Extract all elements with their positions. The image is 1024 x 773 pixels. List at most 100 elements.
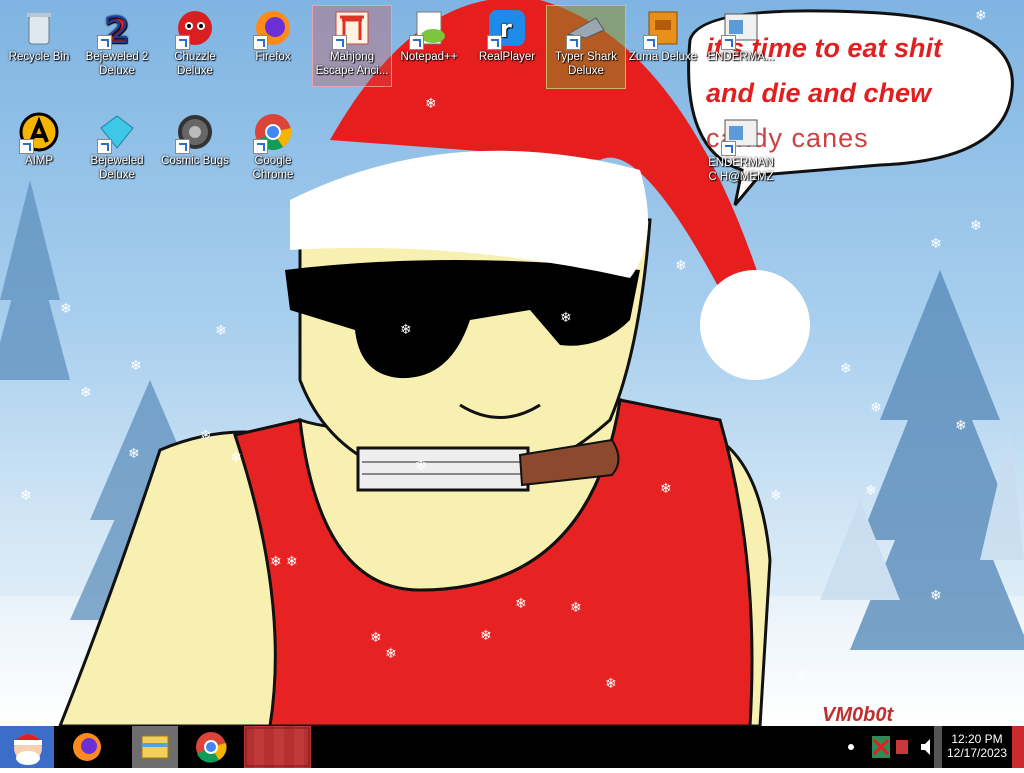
desktop-icon-mahjong[interactable]: Mahjong Escape Anci...: [312, 5, 392, 87]
svg-text:❄: ❄: [515, 596, 527, 612]
aimp-icon: [19, 112, 59, 154]
chuzzle-icon: [175, 8, 215, 50]
recycle-bin-icon: [19, 8, 59, 48]
shortcut-arrow-icon: [409, 35, 424, 50]
clock[interactable]: 12:20 PM 12/17/2023: [943, 732, 1011, 760]
show-desktop-button[interactable]: [1012, 726, 1024, 768]
enderman-icon: [721, 8, 761, 50]
desktop-icon-cosmic-bugs[interactable]: Cosmic Bugs: [156, 110, 234, 168]
zuma-icon: [643, 8, 683, 50]
desktop-icon-chrome[interactable]: Google Chrome: [234, 110, 312, 182]
desktop[interactable]: ❄ ❄ ❄ ❄ ❄ ❄ ❄ ❄ ❄ ❄ ❄ ❄ ❄ ❄ ❄ ❄ ❄ ❄ ❄ ❄ ❄ ❄ ❄ ❄ ❄ ❄ ❄ ❄ ❄ ❄ ❄ ❄ …: [0, 0, 1024, 726]
svg-text:❄: ❄: [865, 483, 877, 499]
shortcut-arrow-icon: [253, 35, 268, 50]
svg-text:❄: ❄: [425, 96, 437, 112]
svg-text:❄: ❄: [230, 450, 242, 466]
tray-icons[interactable]: [868, 726, 914, 768]
notepadpp-icon: [409, 8, 449, 50]
shortcut-arrow-icon: [721, 35, 736, 50]
svg-text:❄: ❄: [20, 488, 32, 504]
svg-text:❄: ❄: [840, 361, 852, 377]
artist-signature: VM0b0t: [822, 704, 894, 726]
svg-text:❄: ❄: [675, 258, 687, 274]
bejeweled-icon: [97, 112, 137, 154]
active-window-thumbnail: [245, 727, 310, 767]
bejeweled2-icon: 2: [97, 8, 137, 52]
desktop-icon-bejeweled[interactable]: Bejeweled Deluxe: [78, 110, 156, 182]
hat-pompom: [700, 270, 810, 380]
desktop-icon-endermanch-memz[interactable]: ENDERMANC H@MEMZ: [702, 112, 780, 184]
mahjong-icon: [332, 8, 372, 50]
desktop-icon-typer-shark[interactable]: Typer Shark Deluxe: [546, 5, 626, 89]
svg-text:❄: ❄: [60, 301, 72, 317]
shortcut-arrow-icon: [332, 35, 347, 50]
svg-text:❄: ❄: [415, 458, 427, 474]
shortcut-arrow-icon: [175, 35, 190, 50]
desktop-icon-aimp[interactable]: AIMP: [0, 110, 78, 168]
shortcut-arrow-icon: [175, 139, 190, 154]
shortcut-arrow-icon: [97, 35, 112, 50]
desktop-icon-chuzzle[interactable]: Chuzzle Deluxe: [156, 6, 234, 78]
svg-text:❄: ❄: [605, 676, 617, 692]
chrome-icon: [253, 112, 293, 154]
cosmic-bugs-icon: [175, 112, 215, 154]
svg-text:❄: ❄: [570, 600, 582, 616]
clock-time: 12:20 PM: [951, 732, 1003, 746]
tray-dot: [846, 726, 856, 768]
svg-text:❄: ❄: [560, 310, 572, 326]
svg-text:❄: ❄: [400, 322, 412, 338]
shortcut-arrow-icon: [566, 35, 581, 50]
svg-text:❄: ❄: [80, 385, 92, 401]
speech-line-2: and die and chew: [706, 78, 932, 108]
firefox-icon: [253, 8, 293, 50]
svg-text:❄: ❄: [370, 630, 382, 646]
svg-text:❄: ❄: [385, 646, 397, 662]
desktop-icon-bejeweled-2[interactable]: 2 Bejeweled 2 Deluxe: [78, 6, 156, 78]
taskbar-chrome[interactable]: [188, 726, 234, 768]
taskbar-firefox[interactable]: [64, 726, 110, 768]
start-santa-icon: [14, 734, 42, 765]
clock-date: 12/17/2023: [946, 746, 1008, 760]
shortcut-arrow-icon: [19, 139, 34, 154]
desktop-icon-recycle-bin[interactable]: Recycle Bin: [0, 6, 78, 64]
tray-network-icon: [872, 736, 908, 758]
svg-text:❄: ❄: [286, 554, 298, 570]
svg-text:❄: ❄: [930, 236, 942, 252]
svg-text:❄: ❄: [975, 8, 987, 24]
desktop-icon-realplayer[interactable]: r RealPlayer: [468, 6, 546, 64]
taskbar-active-window[interactable]: [244, 726, 311, 768]
typer-shark-icon: [566, 8, 606, 50]
shortcut-arrow-icon: [97, 139, 112, 154]
right-trees: [820, 270, 1024, 650]
enderman-icon: [721, 114, 761, 156]
svg-text:❄: ❄: [770, 488, 782, 504]
realplayer-icon: r: [487, 8, 527, 50]
svg-text:❄: ❄: [870, 400, 882, 416]
svg-text:❄: ❄: [795, 668, 807, 684]
svg-text:❄: ❄: [480, 628, 492, 644]
desktop-icon-notepadpp[interactable]: Notepad++: [390, 6, 468, 64]
shortcut-arrow-icon: [643, 35, 658, 50]
desktop-icon-firefox[interactable]: Firefox: [234, 6, 312, 64]
shortcut-arrow-icon: [721, 141, 736, 156]
svg-text:❄: ❄: [970, 218, 982, 234]
svg-text:❄: ❄: [660, 481, 672, 497]
desktop-icon-zuma[interactable]: Zuma Deluxe: [624, 6, 702, 64]
taskbar: 12:20 PM 12/17/2023: [0, 726, 1024, 768]
firefox-icon: [73, 733, 101, 761]
shortcut-arrow-icon: [487, 35, 502, 50]
svg-text:❄: ❄: [930, 588, 942, 604]
svg-text:❄: ❄: [955, 418, 967, 434]
svg-text:❄: ❄: [200, 428, 212, 444]
tray-divider: [934, 726, 942, 768]
chrome-icon: [196, 732, 227, 763]
svg-text:❄: ❄: [270, 554, 282, 570]
taskbar-file-explorer[interactable]: [132, 726, 178, 768]
shortcut-arrow-icon: [253, 139, 268, 154]
svg-text:❄: ❄: [215, 323, 227, 339]
file-explorer-icon: [141, 735, 169, 759]
svg-text:❄: ❄: [130, 358, 142, 374]
svg-text:❄: ❄: [128, 446, 140, 462]
desktop-icon-enderman[interactable]: ENDERMA...: [702, 6, 780, 64]
start-button[interactable]: [0, 726, 54, 768]
